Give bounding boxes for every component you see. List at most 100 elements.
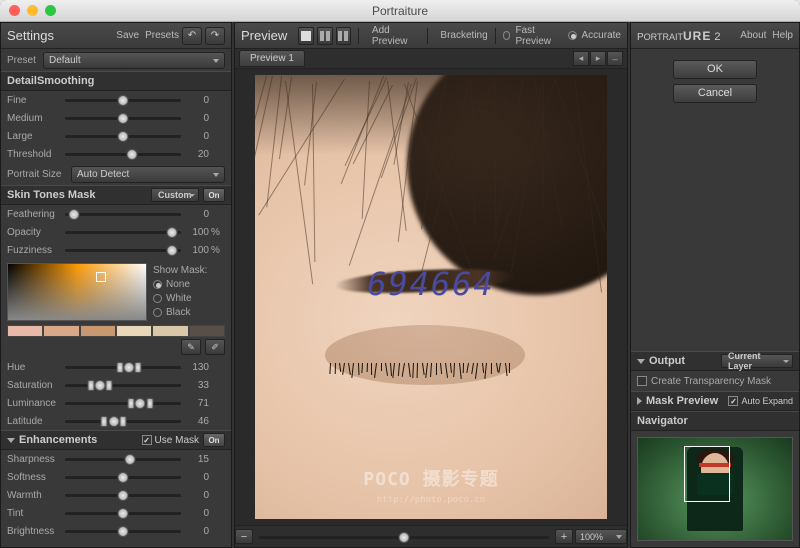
auto-expand-checkbox[interactable] <box>728 396 738 406</box>
slider-label: Softness <box>7 472 61 483</box>
medium-slider[interactable] <box>65 111 181 125</box>
navigator-viewport-icon[interactable] <box>684 446 730 502</box>
feathering-slider[interactable] <box>65 207 181 221</box>
cancel-button[interactable]: Cancel <box>673 84 757 103</box>
slider-label: Large <box>7 131 61 142</box>
enhancements-header[interactable]: Enhancements Use Mask On <box>1 430 231 450</box>
fine-slider[interactable] <box>65 93 181 107</box>
zoom-in-button[interactable]: + <box>555 529 573 544</box>
use-mask-label: Use Mask <box>155 435 199 446</box>
large-slider[interactable] <box>65 129 181 143</box>
mask-white-radio[interactable] <box>153 294 162 303</box>
zoom-out-button[interactable]: − <box>235 529 253 544</box>
navigator-thumbnail[interactable] <box>637 437 793 541</box>
slider-value: 33 <box>185 380 209 391</box>
slider-value: 71 <box>185 398 209 409</box>
accurate-label[interactable]: Accurate <box>582 30 621 41</box>
undo-button[interactable]: ↶ <box>182 27 202 45</box>
navigator-header[interactable]: Navigator <box>631 411 799 431</box>
slider-label: Hue <box>7 362 61 373</box>
color-marker-icon[interactable] <box>96 272 106 282</box>
eyedropper-add-button[interactable]: ✐ <box>205 339 225 355</box>
preview-canvas[interactable]: 694664 POCO 摄影专题 http://photo.poco.cn <box>235 69 627 525</box>
fast-preview-label[interactable]: Fast Preview <box>515 25 564 47</box>
slider-label: Brightness <box>7 526 61 537</box>
slider-label: Luminance <box>7 398 61 409</box>
use-mask-checkbox[interactable] <box>142 435 152 445</box>
tab-prev-button[interactable]: ◂ <box>573 51 589 66</box>
slider-label: Feathering <box>7 209 61 220</box>
slider-value: 20 <box>185 149 209 160</box>
portrait-size-dropdown[interactable]: Auto Detect <box>71 166 225 183</box>
slider-unit: % <box>211 227 225 238</box>
titlebar: Portraiture <box>0 0 800 22</box>
output-header[interactable]: Output Current Layer <box>631 351 799 371</box>
accurate-radio[interactable] <box>568 31 577 40</box>
disclosure-icon <box>637 397 642 405</box>
transparency-checkbox[interactable] <box>637 376 647 386</box>
preview-title: Preview <box>241 28 287 43</box>
threshold-slider[interactable] <box>65 147 181 161</box>
enh-on-toggle[interactable]: On <box>203 433 225 447</box>
sharpness-slider[interactable] <box>65 452 181 466</box>
slider-value: 0 <box>185 490 209 501</box>
show-mask-label: Show Mask: <box>153 263 225 277</box>
slider-label: Fine <box>7 95 61 106</box>
warmth-slider[interactable] <box>65 488 181 502</box>
latitude-slider[interactable] <box>65 414 181 428</box>
detail-smoothing-header[interactable]: DetailSmoothing <box>1 71 231 91</box>
swatch-strip[interactable] <box>7 325 225 337</box>
view-split-h-button[interactable] <box>317 27 333 45</box>
slider-value: 0 <box>185 472 209 483</box>
slider-label: Warmth <box>7 490 61 501</box>
preview-image: 694664 POCO 摄影专题 http://photo.poco.cn <box>255 75 607 519</box>
mask-option-label: None <box>166 279 190 290</box>
view-single-button[interactable] <box>298 27 314 45</box>
output-layer-dropdown[interactable]: Current Layer <box>721 354 793 368</box>
slider-value: 100 <box>185 245 209 256</box>
color-picker[interactable] <box>7 263 147 321</box>
mask-black-radio[interactable] <box>153 308 162 317</box>
add-preview-button[interactable]: Add Preview <box>372 25 420 47</box>
slider-label: Opacity <box>7 227 61 238</box>
brightness-slider[interactable] <box>65 524 181 538</box>
eyedropper-button[interactable]: ✎ <box>181 339 201 355</box>
tab-close-button[interactable]: – <box>607 51 623 66</box>
softness-slider[interactable] <box>65 470 181 484</box>
slider-value: 0 <box>185 113 209 124</box>
slider-label: Saturation <box>7 380 61 391</box>
bracketing-button[interactable]: Bracketing <box>440 30 487 41</box>
preview-panel: Preview Add Preview Bracketing Fast Prev… <box>234 22 628 548</box>
tab-next-button[interactable]: ▸ <box>590 51 606 66</box>
zoom-slider[interactable] <box>259 530 549 544</box>
view-split-v-button[interactable] <box>336 27 352 45</box>
help-link[interactable]: Help <box>772 30 793 41</box>
skin-tones-header[interactable]: Skin Tones Mask Custom On <box>1 185 231 205</box>
about-link[interactable]: About <box>740 30 766 41</box>
tint-slider[interactable] <box>65 506 181 520</box>
redo-button[interactable]: ↷ <box>205 27 225 45</box>
mask-preview-header[interactable]: Mask Preview Auto Expand <box>631 391 799 411</box>
fuzziness-slider[interactable] <box>65 243 181 257</box>
slider-value: 15 <box>185 454 209 465</box>
watermark-url: http://photo.poco.cn <box>255 495 607 505</box>
preset-dropdown[interactable]: Default <box>43 52 225 69</box>
slider-label: Medium <box>7 113 61 124</box>
fast-preview-radio[interactable] <box>503 31 511 40</box>
saturation-slider[interactable] <box>65 378 181 392</box>
slider-value: 100 <box>185 227 209 238</box>
preview-tab[interactable]: Preview 1 <box>239 50 305 67</box>
opacity-slider[interactable] <box>65 225 181 239</box>
zoom-dropdown[interactable]: 100% <box>575 529 627 544</box>
luminance-slider[interactable] <box>65 396 181 410</box>
slider-label: Tint <box>7 508 61 519</box>
hue-slider[interactable] <box>65 360 181 374</box>
ok-button[interactable]: OK <box>673 60 757 79</box>
save-link[interactable]: Save <box>116 30 139 41</box>
portrait-size-label: Portrait Size <box>7 169 71 180</box>
slider-unit: % <box>211 245 225 256</box>
skin-custom-dropdown[interactable]: Custom <box>151 188 199 202</box>
mask-none-radio[interactable] <box>153 280 162 289</box>
presets-link[interactable]: Presets <box>145 30 179 41</box>
skin-on-toggle[interactable]: On <box>203 188 225 202</box>
